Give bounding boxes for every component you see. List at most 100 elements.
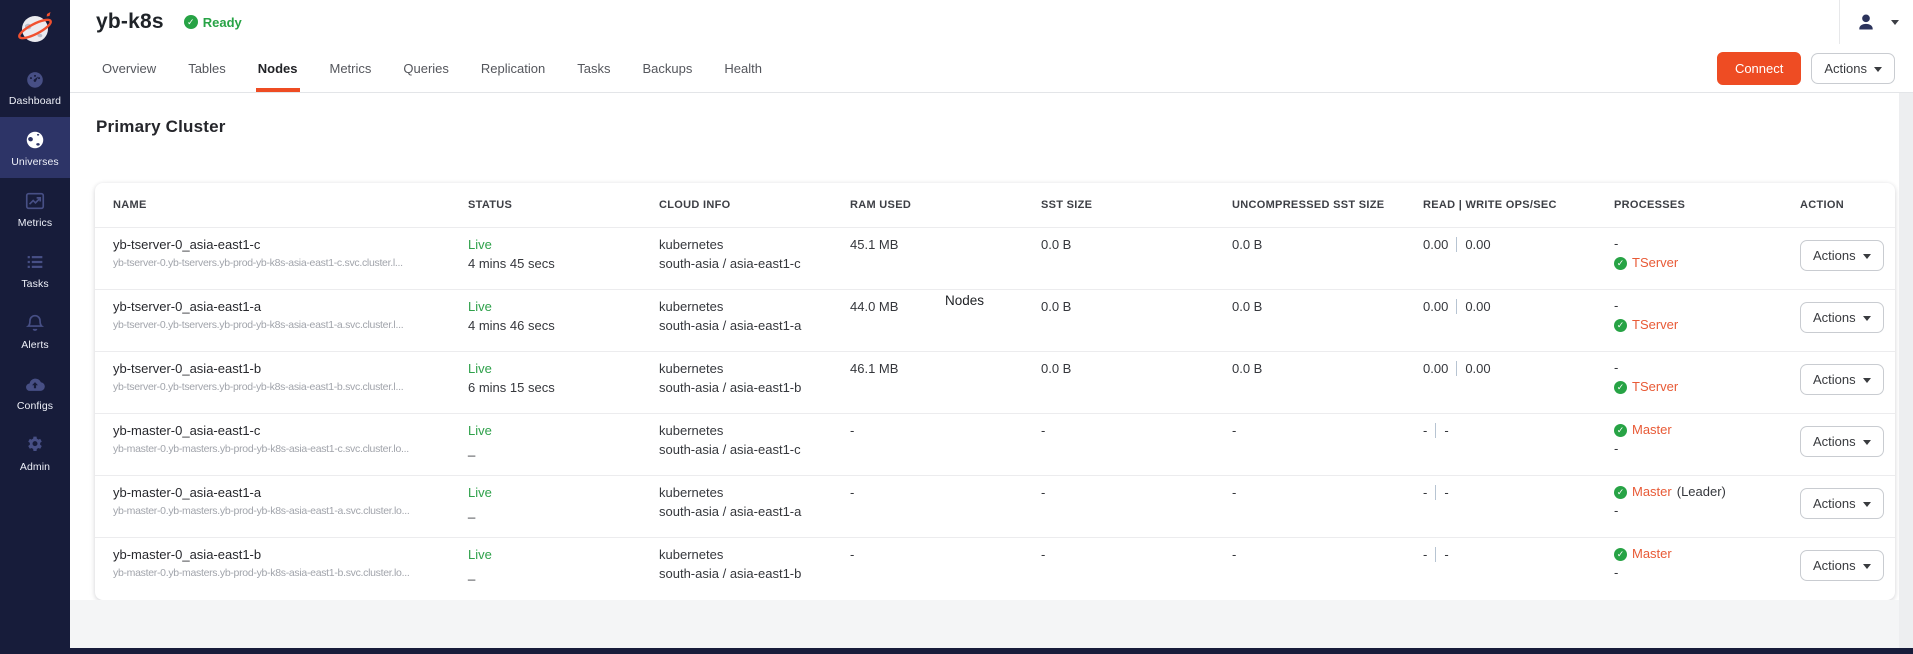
sst-size-value: 0.0 B (1041, 361, 1232, 376)
tab-tasks[interactable]: Tasks (575, 44, 612, 92)
tab-nodes[interactable]: Nodes (256, 44, 300, 92)
node-actions-button[interactable]: Actions (1800, 550, 1884, 581)
process-name: Master (1632, 423, 1672, 438)
check-circle-icon (1614, 424, 1627, 437)
tab-health[interactable]: Health (722, 44, 764, 92)
tab-actions: Connect Actions (1717, 44, 1913, 92)
check-circle-icon (1614, 486, 1627, 499)
node-status-live: Live (468, 485, 649, 500)
node-name-link[interactable]: yb-tserver-0_asia-east1-c (113, 237, 458, 252)
processes-cell: -TServer (1614, 299, 1800, 337)
read-write-ops-value: 0.00 0.00 (1423, 237, 1614, 252)
cloud-provider: kubernetes (659, 299, 840, 314)
tab-tables[interactable]: Tables (186, 44, 228, 92)
cloud-icon (23, 372, 47, 396)
ram-used-value: - (850, 423, 1041, 438)
gauge-icon (23, 67, 47, 91)
read-write-ops-value: - - (1423, 547, 1614, 562)
node-actions-button[interactable]: Actions (1800, 488, 1884, 519)
section-title: Primary Cluster (96, 117, 1913, 137)
sidebar-item-configs[interactable]: Configs (0, 361, 70, 422)
process-placeholder: - (1614, 442, 1790, 457)
read-ops-value: 0.00 (1423, 361, 1448, 376)
cloud-region: south-asia / asia-east1-c (659, 442, 840, 457)
node-name-link[interactable]: yb-tserver-0_asia-east1-b (113, 361, 458, 376)
process-badge: Master (1614, 423, 1790, 438)
pipe-divider (1435, 485, 1436, 500)
node-actions-button[interactable]: Actions (1800, 364, 1884, 395)
node-fqdn: yb-tserver-0.yb-tservers.yb-prod-yb-k8s-… (113, 319, 458, 331)
universe-tabs: Overview Tables Nodes Metrics Queries Replica… (100, 44, 792, 92)
process-badge: Master(Leader) (1614, 485, 1790, 500)
sidebar-nav: DashboardUniversesMetricsTasksAlertsConf… (0, 56, 70, 483)
table-row: yb-tserver-0_asia-east1-a yb-tserver-0.y… (95, 289, 1895, 351)
write-ops-value: 0.00 (1465, 361, 1490, 376)
caret-down-icon (1863, 564, 1871, 569)
node-fqdn: yb-tserver-0.yb-tservers.yb-prod-yb-k8s-… (113, 381, 458, 393)
sidebar: DashboardUniversesMetricsTasksAlertsConf… (0, 0, 70, 654)
cloud-region: south-asia / asia-east1-a (659, 504, 840, 519)
bell-icon (23, 311, 47, 335)
read-ops-value: - (1423, 485, 1427, 500)
sidebar-item-metrics[interactable]: Metrics (0, 178, 70, 239)
node-name-link[interactable]: yb-master-0_asia-east1-c (113, 423, 458, 438)
yugabyte-logo[interactable] (0, 0, 70, 56)
sst-size-value: 0.0 B (1041, 237, 1232, 252)
sidebar-item-label: Admin (20, 461, 50, 473)
tab-overview[interactable]: Overview (100, 44, 158, 92)
sidebar-item-admin[interactable]: Admin (0, 422, 70, 483)
user-menu[interactable] (1839, 0, 1913, 44)
check-circle-icon (1614, 548, 1627, 561)
node-fqdn: yb-master-0.yb-masters.yb-prod-yb-k8s-as… (113, 505, 458, 517)
status-badge: Ready (184, 15, 242, 30)
sidebar-item-universes[interactable]: Universes (0, 117, 70, 178)
node-actions-button[interactable]: Actions (1800, 240, 1884, 271)
cloud-provider: kubernetes (659, 423, 840, 438)
process-badge: TServer (1614, 318, 1790, 333)
connect-button[interactable]: Connect (1717, 52, 1801, 85)
node-name-link[interactable]: yb-master-0_asia-east1-a (113, 485, 458, 500)
cloud-region: south-asia / asia-east1-b (659, 380, 840, 395)
pipe-divider (1456, 361, 1457, 376)
node-name-link[interactable]: yb-master-0_asia-east1-b (113, 547, 458, 562)
cloud-region: south-asia / asia-east1-c (659, 256, 840, 271)
ram-used-value: - (850, 485, 1041, 500)
caret-down-icon (1863, 440, 1871, 445)
tab-metrics[interactable]: Metrics (328, 44, 374, 92)
tab-queries[interactable]: Queries (401, 44, 451, 92)
caret-down-icon (1863, 378, 1871, 383)
nodes-table-card: NAMESTATUSCLOUD INFORAM USEDSST SIZEUNCO… (95, 183, 1895, 600)
read-ops-value: - (1423, 423, 1427, 438)
process-placeholder: - (1614, 504, 1790, 519)
uncompressed-sst-size-value: 0.0 B (1232, 299, 1423, 314)
cloud-provider: kubernetes (659, 361, 840, 376)
process-placeholder: - (1614, 237, 1790, 252)
node-actions-label: Actions (1813, 372, 1856, 387)
table-header-row: NAMESTATUSCLOUD INFORAM USEDSST SIZEUNCO… (95, 183, 1895, 227)
tab-backups[interactable]: Backups (640, 44, 694, 92)
check-circle-icon (1614, 381, 1627, 394)
tab-replication[interactable]: Replication (479, 44, 547, 92)
universe-actions-button[interactable]: Actions (1811, 53, 1895, 84)
gear-icon (23, 433, 47, 457)
app-window: DashboardUniversesMetricsTasksAlertsConf… (0, 0, 1913, 654)
node-actions-button[interactable]: Actions (1800, 302, 1884, 333)
process-name: TServer (1632, 256, 1678, 271)
process-badge: TServer (1614, 380, 1790, 395)
bottom-edge-bar (0, 648, 1913, 654)
sidebar-item-dashboard[interactable]: Dashboard (0, 56, 70, 117)
node-actions-button[interactable]: Actions (1800, 426, 1884, 457)
check-circle-icon (184, 15, 198, 29)
check-circle-icon (1614, 319, 1627, 332)
column-header: ACTION (1800, 199, 1895, 211)
sidebar-item-tasks[interactable]: Tasks (0, 239, 70, 300)
node-uptime: 4 mins 45 secs (468, 256, 649, 271)
scrollbar-track[interactable] (1899, 93, 1913, 648)
write-ops-value: - (1444, 423, 1448, 438)
table-row: yb-tserver-0_asia-east1-b yb-tserver-0.y… (95, 351, 1895, 413)
node-name-link[interactable]: yb-tserver-0_asia-east1-a (113, 299, 458, 314)
table-row: yb-master-0_asia-east1-c yb-master-0.yb-… (95, 413, 1895, 475)
write-ops-value: - (1444, 485, 1448, 500)
column-header: STATUS (468, 199, 659, 211)
sidebar-item-alerts[interactable]: Alerts (0, 300, 70, 361)
